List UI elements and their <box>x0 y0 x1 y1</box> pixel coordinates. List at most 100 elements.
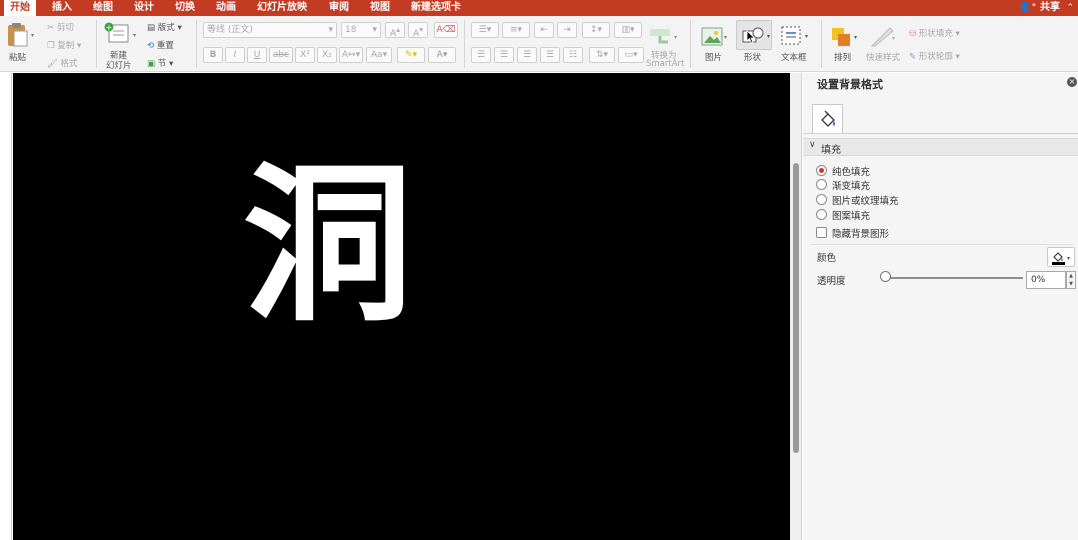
collapse-ribbon-icon[interactable]: ⌃ <box>1066 0 1074 16</box>
section-icon: ▣ <box>147 59 156 69</box>
thumbnail-strip[interactable] <box>0 73 12 540</box>
transparency-stepper[interactable]: ▲ ▼ <box>1066 271 1076 289</box>
layout-icon: ▤ <box>147 23 156 33</box>
quick-styles-icon[interactable]: ▾ <box>868 24 898 48</box>
align-center-icon[interactable]: ☰ <box>494 47 514 63</box>
tab-transitions[interactable]: 切换 <box>169 0 201 16</box>
close-icon[interactable]: × <box>1067 77 1077 87</box>
fill-tab[interactable] <box>812 104 843 133</box>
solid-fill-label[interactable]: 纯色填充 <box>832 164 870 178</box>
superscript-button[interactable]: X² <box>295 47 315 63</box>
mouse-pointer-icon <box>746 30 756 44</box>
ribbon-separator <box>196 20 197 68</box>
smartart-icon[interactable]: ▾ <box>648 25 678 47</box>
slide-canvas[interactable]: 洞 <box>13 73 790 540</box>
picture-fill-label[interactable]: 图片或纹理填充 <box>832 193 899 207</box>
picture-icon[interactable]: ▾ <box>700 25 728 49</box>
slide-title-text[interactable]: 洞 <box>243 161 413 331</box>
font-color-button[interactable]: A▾ <box>428 47 456 63</box>
text-direction-icon[interactable]: ⇅▾ <box>589 47 615 63</box>
tab-new-tab[interactable]: 新建选项卡 <box>405 0 467 16</box>
char-spacing-icon[interactable]: A↔▾ <box>339 47 363 63</box>
pattern-fill-radio[interactable] <box>816 209 827 220</box>
distribute-icon[interactable]: ☷ <box>563 47 583 63</box>
clear-format-icon[interactable]: A⌫ <box>434 22 458 38</box>
font-name-value: 等线 (正文) <box>207 25 253 35</box>
format-painter-button[interactable]: 🖌 格式 <box>47 57 78 69</box>
change-case-icon[interactable]: Aa▾ <box>366 47 392 63</box>
scrollbar-thumb[interactable] <box>793 163 799 453</box>
shape-outline-button[interactable]: ✎ 形状轮廓 ▾ <box>909 50 960 62</box>
tab-home[interactable]: 开始 <box>4 0 36 16</box>
new-slide-dropdown-icon[interactable]: ▾ <box>133 32 136 39</box>
italic-button[interactable]: I <box>225 47 245 63</box>
ribbon: ▾ 粘贴 ✂ 剪切 ❐ 复制 ▾ 🖌 格式 + ▾ 新建 幻灯片 ▤ 版式 ▾ … <box>0 16 1078 72</box>
brush-icon: 🖌 <box>47 59 58 69</box>
chevron-down-icon: ▾ <box>372 25 377 35</box>
highlight-icon[interactable]: ✎▾ <box>397 47 425 63</box>
ribbon-separator <box>821 20 822 68</box>
font-size-select[interactable]: 18 ▾ <box>341 22 381 38</box>
columns-icon[interactable]: ▥▾ <box>614 22 642 38</box>
line-spacing-icon[interactable]: ↕▾ <box>582 22 610 38</box>
copy-button[interactable]: ❐ 复制 ▾ <box>47 39 81 51</box>
copy-icon: ❐ <box>47 41 55 51</box>
arrange-icon[interactable]: ▾ <box>829 24 861 48</box>
grow-font-icon[interactable]: A▴ <box>385 22 405 39</box>
solid-fill-radio[interactable] <box>816 165 827 176</box>
gradient-fill-radio[interactable] <box>816 179 827 190</box>
reset-button[interactable]: ⟲ 重置 <box>147 39 174 51</box>
hide-bg-graphics-label[interactable]: 隐藏背景图形 <box>832 226 889 240</box>
shape-fill-button[interactable]: ⛁ 形状填充 ▾ <box>909 27 960 39</box>
pattern-fill-label[interactable]: 图案填充 <box>832 208 870 222</box>
bold-button[interactable]: B <box>203 47 223 63</box>
svg-text:▾: ▾ <box>724 34 727 41</box>
ribbon-separator <box>464 20 465 68</box>
svg-text:▾: ▾ <box>854 34 857 41</box>
tab-animations[interactable]: 动画 <box>210 0 242 16</box>
numbering-icon[interactable]: ≡▾ <box>502 22 530 38</box>
powerpoint-window: 开始 插入 绘图 设计 切换 动画 幻灯片放映 审阅 视图 新建选项卡 👤⁺ 共… <box>0 0 1078 540</box>
textbox-icon[interactable]: ▾ <box>779 24 811 48</box>
shapes-label: 形状 <box>744 53 762 63</box>
underline-button[interactable]: U <box>247 47 267 63</box>
decrease-indent-icon[interactable]: ⇤ <box>534 22 554 38</box>
font-name-select[interactable]: 等线 (正文) ▾ <box>203 22 337 38</box>
paste-dropdown-icon[interactable]: ▾ <box>31 32 34 39</box>
cut-button[interactable]: ✂ 剪切 <box>47 21 74 33</box>
vertical-scrollbar[interactable] <box>790 73 802 540</box>
increase-indent-icon[interactable]: ⇥ <box>557 22 577 38</box>
quick-styles-label: 快速样式 <box>866 53 901 63</box>
tab-review[interactable]: 审阅 <box>323 0 355 16</box>
bullets-icon[interactable]: ☰▾ <box>471 22 499 38</box>
font-size-value: 18 <box>345 25 357 35</box>
fill-section-header[interactable]: ∨ 填充 <box>803 138 1078 156</box>
section-button[interactable]: ▣ 节 ▾ <box>147 57 173 69</box>
layout-button[interactable]: ▤ 版式 ▾ <box>147 21 182 33</box>
align-left-icon[interactable]: ☰ <box>471 47 491 63</box>
section-label: 填充 <box>821 145 841 156</box>
justify-icon[interactable]: ☰ <box>540 47 560 63</box>
tab-draw[interactable]: 绘图 <box>87 0 119 16</box>
tab-insert[interactable]: 插入 <box>46 0 78 16</box>
tab-slideshow[interactable]: 幻灯片放映 <box>251 0 313 16</box>
new-slide-icon[interactable]: + <box>104 22 130 44</box>
svg-text:+: + <box>106 23 113 32</box>
picture-fill-radio[interactable] <box>816 194 827 205</box>
svg-text:▾: ▾ <box>767 33 770 40</box>
tab-design[interactable]: 设计 <box>128 0 160 16</box>
strikethrough-button[interactable]: abc <box>269 47 293 63</box>
color-picker-button[interactable]: ▾ <box>1047 247 1075 267</box>
share-button[interactable]: 👤⁺ 共享 <box>1019 0 1060 16</box>
hide-bg-graphics-checkbox[interactable] <box>816 227 827 238</box>
tab-view[interactable]: 视图 <box>364 0 396 16</box>
transparency-input[interactable]: 0% <box>1026 271 1066 289</box>
paste-icon[interactable] <box>5 22 29 48</box>
align-right-icon[interactable]: ☰ <box>517 47 537 63</box>
shrink-font-icon[interactable]: A▾ <box>408 22 428 39</box>
subscript-button[interactable]: X₂ <box>317 47 337 63</box>
gradient-fill-label[interactable]: 渐变填充 <box>832 178 870 192</box>
transparency-slider-knob[interactable] <box>880 271 891 282</box>
align-text-icon[interactable]: ▭▾ <box>618 47 644 63</box>
transparency-slider-track[interactable] <box>885 277 1023 279</box>
